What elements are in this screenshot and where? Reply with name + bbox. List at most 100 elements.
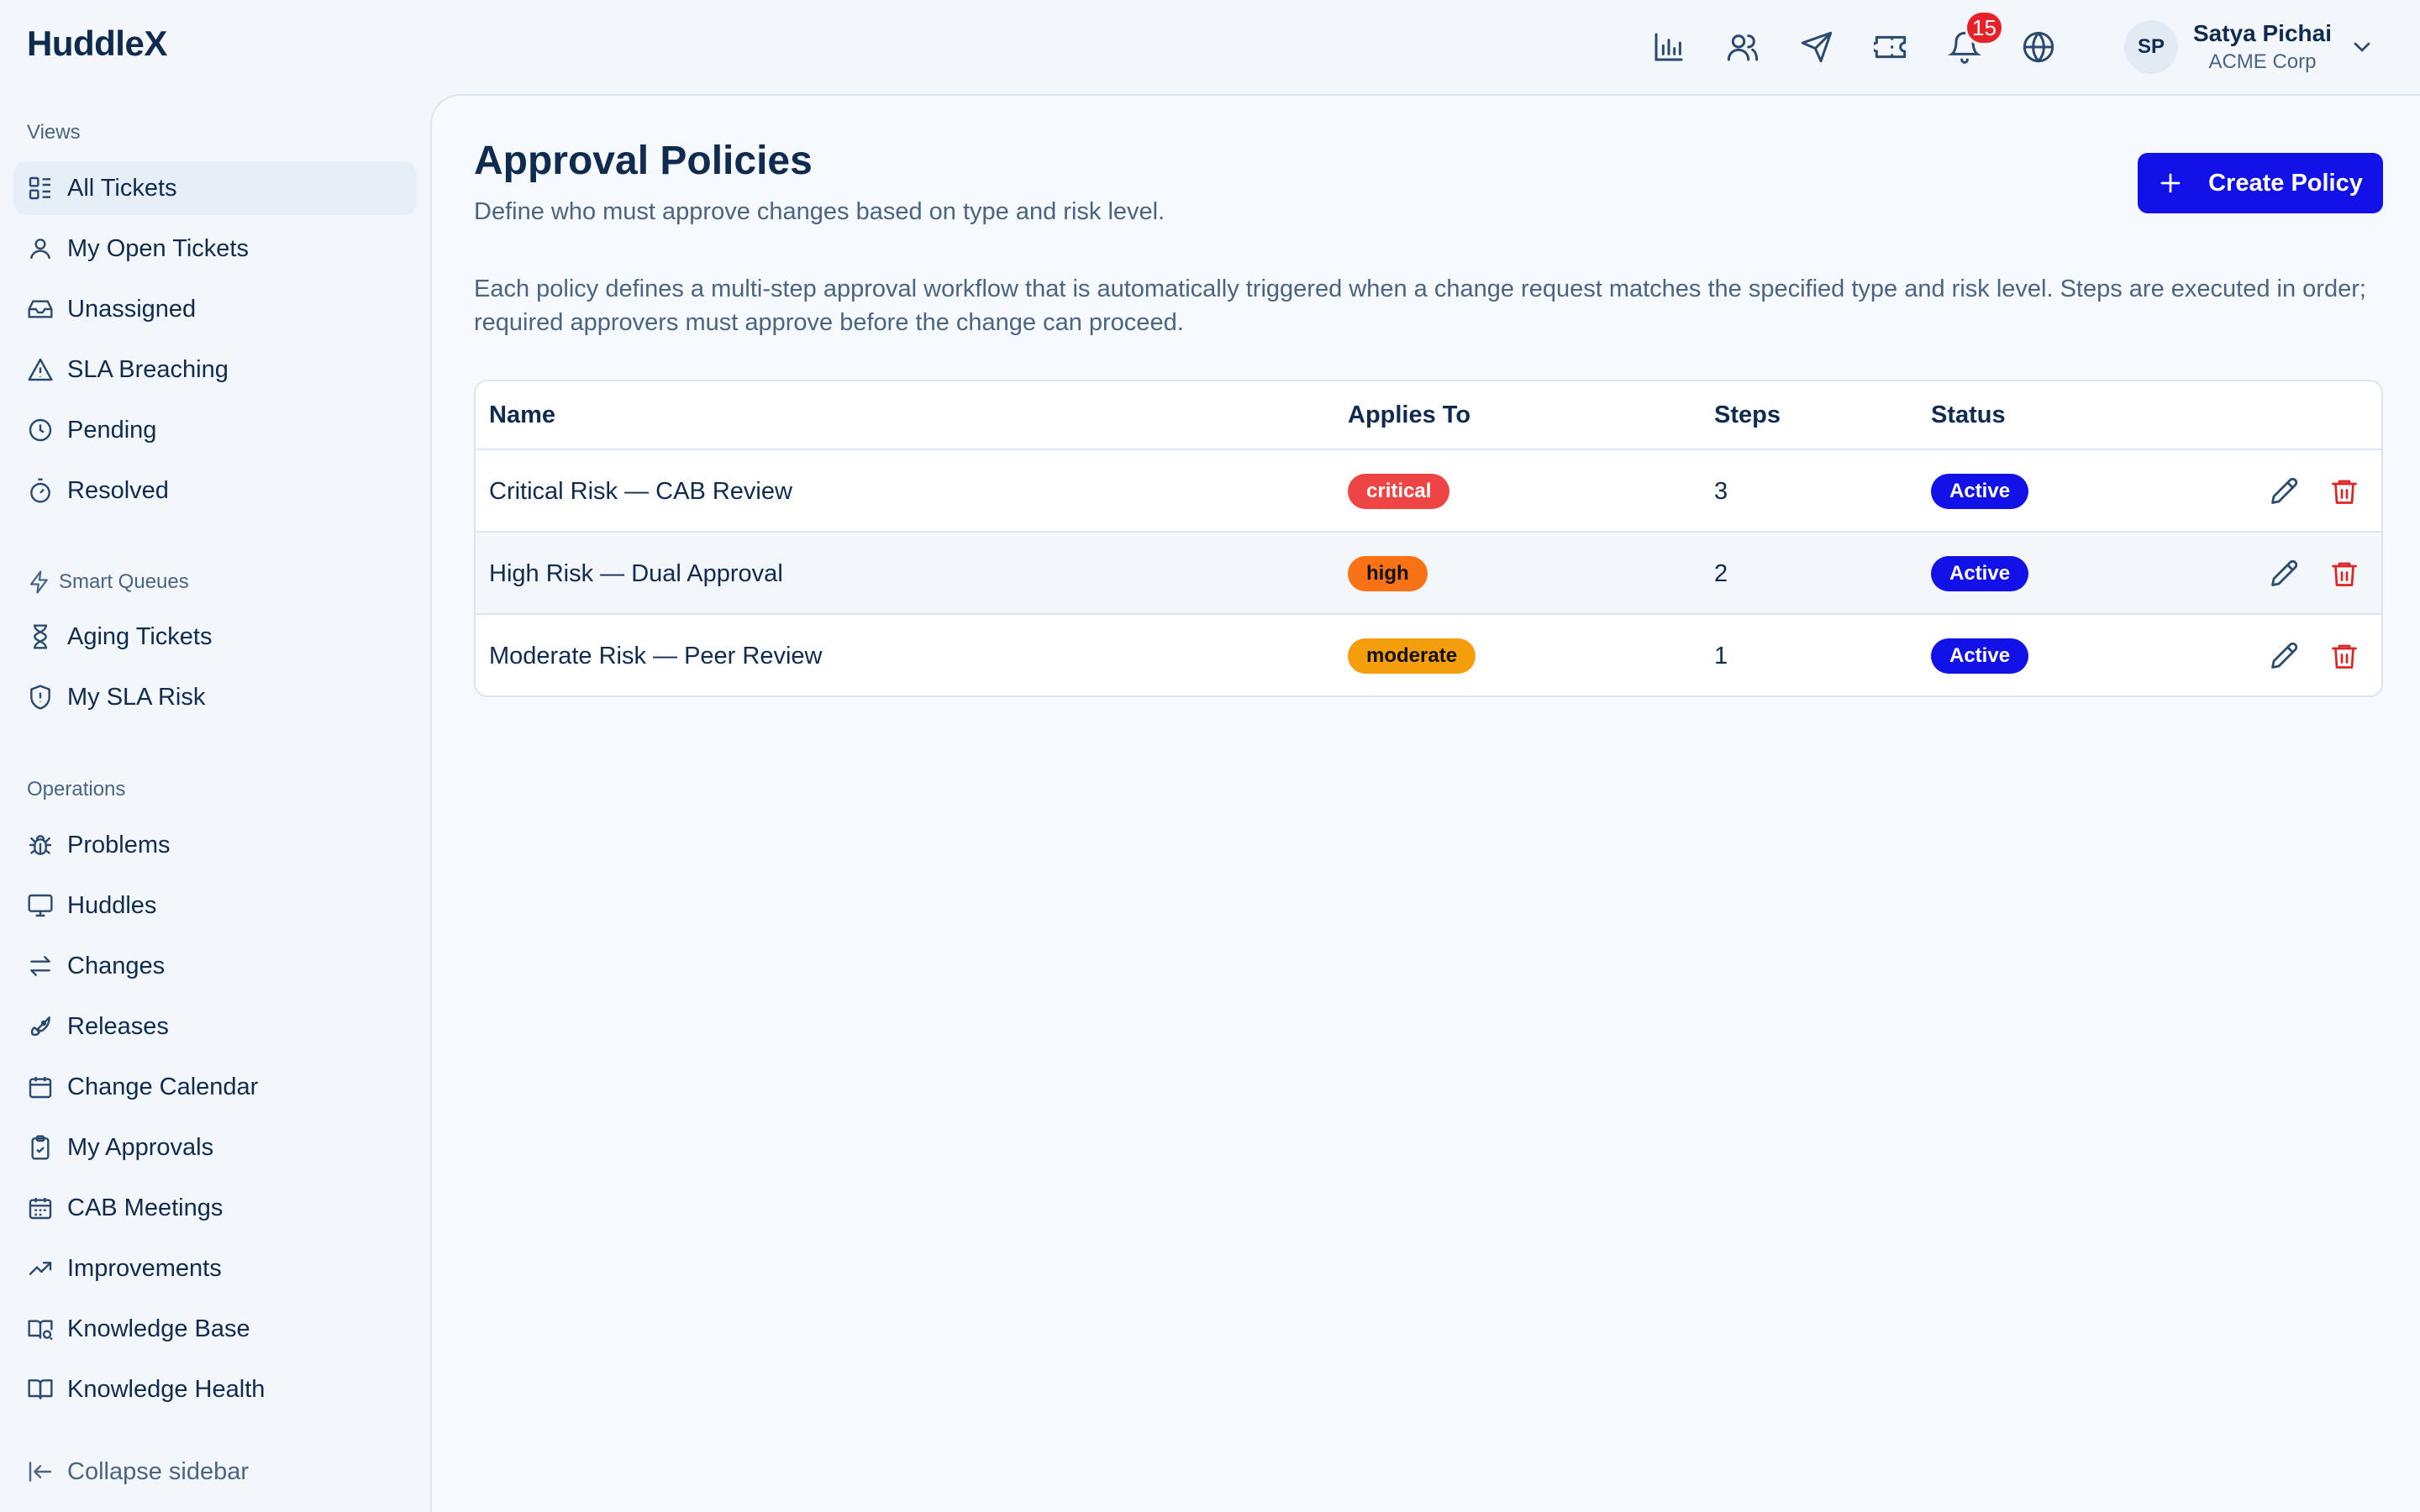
delete-button[interactable] [2326, 638, 2363, 675]
policy-description: Each policy defines a multi-step approva… [474, 276, 2366, 336]
sidebar-item-releases[interactable]: Releases [13, 1000, 417, 1053]
delete-button[interactable] [2326, 555, 2363, 592]
send-icon[interactable] [1795, 25, 1839, 69]
pencil-icon [2271, 642, 2298, 669]
main-panel: Approval Policies Define who must approv… [430, 94, 2420, 1512]
steps-count: 2 [1714, 559, 1728, 587]
section-label-smart-queues: Smart Queues [27, 570, 189, 595]
ticket-icon[interactable] [1869, 25, 1912, 69]
sidebar-item-huddles[interactable]: Huddles [13, 879, 417, 932]
sidebar-item-label: My Approvals [67, 1133, 214, 1161]
policy-name: Critical Risk — CAB Review [489, 477, 792, 505]
bar-chart-icon[interactable] [1647, 25, 1691, 69]
sidebar-item-resolved[interactable]: Resolved [13, 464, 417, 517]
risk-badge-moderate: moderate [1348, 638, 1476, 674]
trash-icon [2332, 480, 2357, 504]
sidebar-item-label: Knowledge Base [67, 1315, 250, 1342]
arrow-left-to-line-icon [29, 1462, 52, 1482]
status-badge: Active [1931, 474, 2029, 509]
applies-to-cell: high [1348, 533, 1428, 615]
clock-icon [29, 418, 52, 442]
pencil-icon [2271, 559, 2298, 586]
sidebar: Views All Tickets My Open Tickets Unassi… [0, 94, 430, 1512]
applies-to-cell: critical [1348, 450, 1450, 533]
sidebar-item-label: Changes [67, 952, 166, 979]
policies-table: Name Applies To Steps Status Critical Ri… [474, 380, 2383, 697]
table-row[interactable]: High Risk — Dual Approval high 2 Active [476, 533, 2381, 615]
sidebar-item-label: Change Calendar [67, 1073, 259, 1100]
avatar: SP [2124, 20, 2178, 74]
book-open-icon [28, 1379, 53, 1399]
calendar-icon [29, 1077, 52, 1099]
sidebar-item-change-calendar[interactable]: Change Calendar [13, 1060, 417, 1114]
delete-button[interactable] [2326, 473, 2363, 510]
page-subtitle: Define who must approve changes based on… [474, 198, 1165, 225]
plus-icon [2160, 173, 2181, 193]
bell-icon[interactable]: 15 [1943, 10, 2004, 69]
sidebar-item-label: Aging Tickets [67, 622, 213, 650]
monitor-icon [28, 894, 53, 917]
sidebar-item-improvements[interactable]: Improvements [13, 1242, 417, 1295]
app-logo[interactable]: HuddleX [27, 24, 167, 64]
sidebar-item-label: Unassigned [67, 295, 197, 323]
column-header-name[interactable]: Name [489, 402, 555, 429]
edit-button[interactable] [2265, 555, 2302, 592]
steps-count: 3 [1714, 477, 1728, 505]
sidebar-item-label: Releases [67, 1012, 169, 1040]
globe-icon[interactable] [2017, 25, 2060, 69]
book-search-icon [28, 1320, 53, 1341]
sidebar-item-label: Problems [67, 831, 171, 858]
table-row[interactable]: Moderate Risk — Peer Review moderate 1 A… [476, 615, 2381, 696]
create-policy-button[interactable]: Create Policy [2138, 153, 2383, 213]
sidebar-item-unassigned[interactable]: Unassigned [13, 282, 417, 336]
user-icon [30, 239, 50, 260]
calendar-days-icon [29, 1198, 52, 1220]
sidebar-item-aging-tickets[interactable]: Aging Tickets [13, 610, 417, 664]
sidebar-item-label: SLA Breaching [67, 355, 229, 383]
user-org: ACME Corp [2208, 50, 2317, 73]
clipboard-check-icon [31, 1135, 50, 1160]
sidebar-item-my-open-tickets[interactable]: My Open Tickets [13, 222, 417, 276]
column-header-steps[interactable]: Steps [1714, 402, 1781, 429]
user-menu[interactable]: SP Satya Pichai ACME Corp [2124, 17, 2375, 77]
sidebar-item-all-tickets[interactable]: All Tickets [13, 161, 417, 215]
edit-button[interactable] [2265, 638, 2302, 675]
sidebar-item-my-approvals[interactable]: My Approvals [13, 1121, 417, 1174]
notification-count-badge: 15 [1965, 10, 2004, 45]
inbox-icon [28, 300, 53, 318]
arrows-left-right-icon [30, 956, 50, 976]
status-badge: Active [1931, 556, 2029, 591]
sidebar-item-label: CAB Meetings [67, 1194, 224, 1221]
sidebar-item-changes[interactable]: Changes [13, 939, 417, 993]
status-cell: Active [1931, 533, 2029, 615]
create-policy-label: Create Policy [2208, 169, 2363, 197]
table-row[interactable]: Critical Risk — CAB Review critical 3 Ac… [476, 450, 2381, 533]
sidebar-item-knowledge-base[interactable]: Knowledge Base [13, 1302, 417, 1356]
zap-icon [29, 570, 48, 594]
users-icon[interactable] [1721, 25, 1765, 69]
app-root: HuddleX 15 SP Satya Pichai ACME Corp Vie… [0, 0, 2420, 1512]
section-label-operations: Operations [27, 778, 126, 801]
sidebar-item-label: Improvements [67, 1254, 222, 1282]
status-badge: Active [1931, 638, 2029, 674]
sidebar-item-my-sla-risk[interactable]: My SLA Risk [13, 670, 417, 724]
sidebar-item-cab-meetings[interactable]: CAB Meetings [13, 1181, 417, 1235]
page-title: Approval Policies [474, 139, 813, 183]
collapse-sidebar-button[interactable]: Collapse sidebar [13, 1445, 249, 1499]
hourglass-icon [34, 624, 47, 649]
sidebar-item-problems[interactable]: Problems [13, 818, 417, 872]
sidebar-item-label: Knowledge Health [67, 1375, 266, 1403]
sidebar-item-knowledge-health[interactable]: Knowledge Health [13, 1362, 417, 1416]
section-label-views: Views [27, 121, 81, 144]
steps-count: 1 [1714, 642, 1728, 669]
column-header-applies-to[interactable]: Applies To [1348, 402, 1470, 429]
sidebar-item-sla-breaching[interactable]: SLA Breaching [13, 343, 417, 396]
trending-up-icon [29, 1262, 52, 1275]
column-header-status[interactable]: Status [1931, 402, 2006, 429]
sidebar-item-label: Pending [67, 416, 157, 444]
sidebar-item-pending[interactable]: Pending [13, 403, 417, 457]
section-label-text: Smart Queues [59, 570, 189, 593]
collapse-sidebar-label: Collapse sidebar [67, 1457, 250, 1485]
edit-button[interactable] [2265, 473, 2302, 510]
sidebar-item-label: My SLA Risk [67, 683, 206, 711]
